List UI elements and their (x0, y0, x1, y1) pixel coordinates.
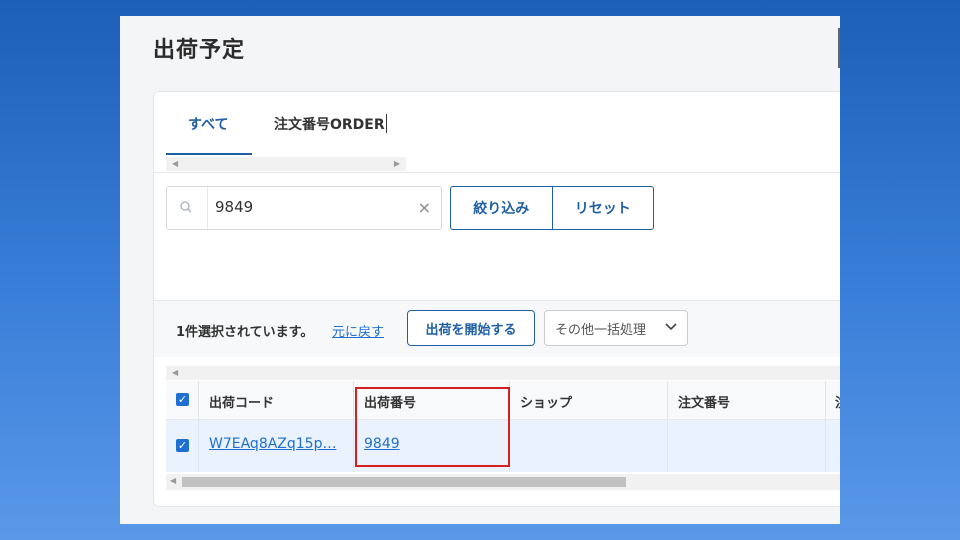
text-cursor (386, 114, 387, 133)
undo-selection-link[interactable]: 元に戻す (332, 321, 384, 340)
scroll-left-icon[interactable]: ◀ (172, 368, 178, 377)
tabs-divider (154, 172, 840, 173)
filter-button-group: 絞り込み リセット (450, 186, 654, 230)
filter-reset-button[interactable]: リセット (551, 187, 654, 229)
start-shipping-button[interactable]: 出荷を開始する (407, 310, 535, 346)
tab-all[interactable]: すべて (188, 114, 228, 134)
active-tab-indicator (166, 153, 252, 155)
close-icon[interactable]: × (418, 198, 431, 217)
search-box: × (166, 186, 442, 230)
table-top-scrollbar[interactable]: ◀ (166, 366, 840, 380)
shipping-code-link[interactable]: W7EAq8AZq15p… (209, 436, 336, 452)
column-header-order-number[interactable]: 注文番号 (678, 392, 730, 411)
search-icon (167, 187, 208, 229)
column-header-truncated[interactable]: 注 (835, 392, 840, 411)
scroll-left-icon[interactable]: ◀ (170, 476, 176, 485)
column-header-shipping-code[interactable]: 出荷コード (209, 392, 274, 411)
other-bulk-action-label: その他一括処理 (555, 323, 647, 338)
search-input[interactable] (215, 198, 395, 216)
row-checkbox[interactable]: ✓ (176, 439, 189, 452)
table-horizontal-scrollbar[interactable]: ◀ (166, 474, 840, 490)
filter-apply-button[interactable]: 絞り込み (451, 187, 552, 229)
window-edge (838, 28, 840, 68)
order-number-cell (668, 420, 826, 472)
highlight-annotation (355, 387, 510, 467)
scroll-right-icon[interactable]: ▶ (394, 159, 400, 168)
page-title: 出荷予定 (153, 38, 246, 63)
select-all-checkbox[interactable]: ✓ (176, 393, 189, 406)
column-header-shop[interactable]: ショップ (520, 392, 572, 411)
tab-order-number[interactable]: 注文番号ORDER (274, 114, 385, 134)
other-bulk-action-select[interactable]: その他一括処理 (544, 310, 688, 346)
scroll-left-icon[interactable]: ◀ (172, 159, 178, 168)
scrollbar-thumb[interactable] (182, 477, 626, 487)
selection-count-text: 1件選択されています。 (176, 325, 314, 340)
bulk-action-bar: 1件選択されています。 元に戻す 出荷を開始する その他一括処理 (154, 300, 840, 357)
tabs-scrollbar[interactable]: ◀ ▶ (166, 157, 406, 171)
shop-cell (510, 420, 668, 472)
chevron-down-icon (665, 318, 677, 339)
